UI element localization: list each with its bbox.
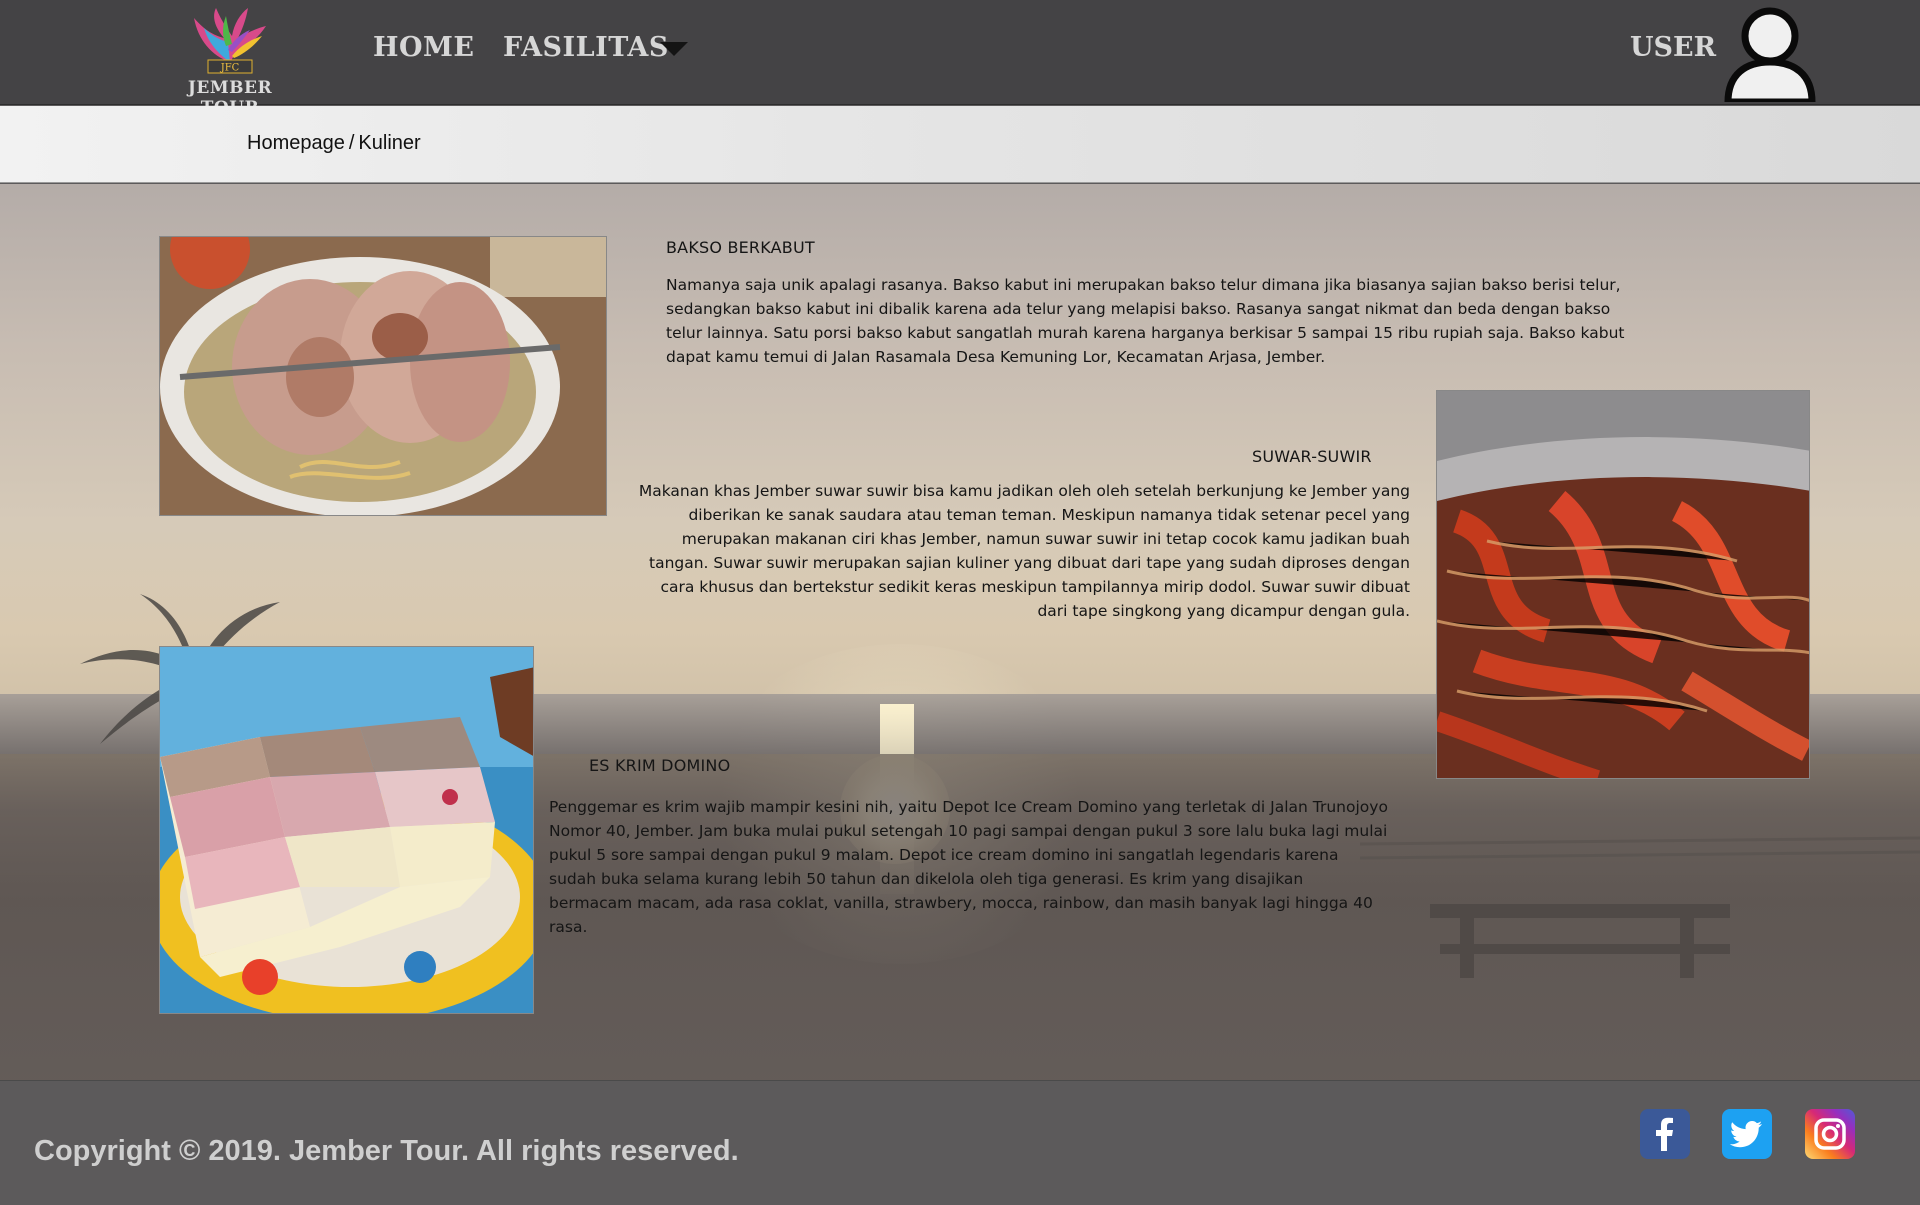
footer: Copyright © 2019. Jember Tour. All right… [0, 1080, 1920, 1205]
logo[interactable]: JFC JEMBER TOUR [160, 6, 300, 118]
item-title-suwar-suwir: SUWAR-SUWIR [1252, 447, 1372, 466]
logo-bird-icon: JFC [194, 8, 266, 74]
breadcrumb-current: Kuliner [358, 132, 421, 154]
item-description-es-krim-domino: Penggemar es krim wajib mampir kesini ni… [549, 798, 1388, 936]
item-description-bakso-berkabut: Namanya saja unik apalagi rasanya. Bakso… [666, 276, 1625, 366]
fence-rail [1360, 836, 1920, 860]
twitter-icon[interactable] [1722, 1109, 1772, 1159]
user-avatar-icon[interactable] [1720, 2, 1820, 102]
facebook-icon[interactable] [1640, 1109, 1690, 1159]
instagram-icon[interactable] [1805, 1109, 1855, 1159]
breadcrumb-bar: Homepage / Kuliner [0, 106, 1920, 183]
breadcrumb: Homepage / Kuliner [247, 132, 421, 155]
svg-text:JFC: JFC [220, 63, 240, 74]
nav-home-link[interactable]: HOME [373, 32, 475, 63]
suwar-suwir-photo [1436, 390, 1810, 779]
item-title-es-krim-domino: ES KRIM DOMINO [589, 756, 731, 775]
copyright-text: Copyright © 2019. Jember Tour. All right… [34, 1135, 739, 1167]
breadcrumb-separator: / [348, 132, 355, 154]
breadcrumb-home-link[interactable]: Homepage [247, 132, 345, 154]
item-title-bakso-berkabut: BAKSO BERKABUT [666, 238, 815, 257]
bakso-berkabut-photo [159, 236, 607, 516]
nav-fasilitas-dropdown[interactable]: FASILITAS [503, 32, 669, 63]
es-krim-domino-photo [159, 646, 534, 1014]
navbar: JFC JEMBER TOUR HOME FASILITAS USER [0, 0, 1920, 118]
nav-user-link[interactable]: USER [1630, 32, 1716, 63]
bench-silhouette [1430, 904, 1730, 978]
chevron-down-icon[interactable] [660, 42, 688, 56]
item-description-suwar-suwir: Makanan khas Jember suwar suwir bisa kam… [638, 482, 1410, 620]
